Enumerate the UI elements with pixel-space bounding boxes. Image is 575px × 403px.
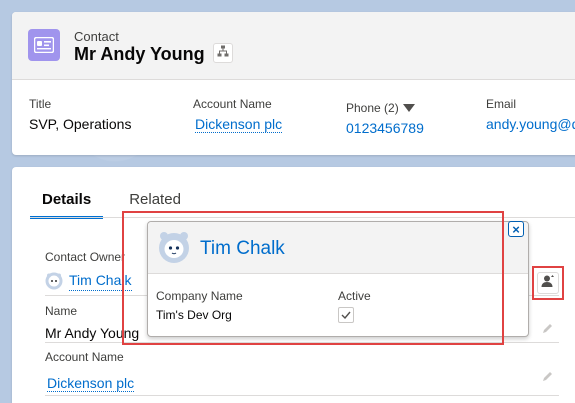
active-field: Active	[338, 288, 371, 324]
tab-bar: Details Related	[30, 187, 193, 219]
field-label: Phone (2)	[346, 101, 399, 115]
field-label: Name	[45, 304, 78, 318]
active-checkbox	[338, 307, 354, 323]
account-link[interactable]: Dickenson plc	[195, 116, 283, 133]
tab-divider	[30, 217, 575, 218]
field-value: SVP, Operations	[29, 116, 132, 132]
field-divider	[45, 395, 559, 396]
tab-related[interactable]: Related	[117, 187, 193, 219]
phone-dropdown-button[interactable]	[402, 100, 415, 116]
pencil-icon[interactable]	[542, 370, 556, 384]
field-label: Company Name	[156, 289, 243, 303]
close-icon: ×	[512, 221, 520, 237]
field-label: Active	[338, 289, 371, 303]
object-type-label: Contact	[74, 29, 119, 44]
name-field: Name Mr Andy Young	[45, 303, 139, 343]
account-link[interactable]: Dickenson plc	[47, 375, 135, 392]
field-label: Email	[486, 97, 517, 111]
popover-title-link[interactable]: Tim Chalk	[200, 238, 285, 260]
check-icon	[341, 308, 351, 322]
user-hover-popover: Tim Chalk Company Name Tim's Dev Org Act…	[147, 221, 529, 337]
astro-avatar-icon	[45, 272, 63, 290]
owner-link[interactable]: Tim Chalk	[69, 270, 132, 291]
field-divider	[45, 342, 559, 343]
astro-avatar-icon	[158, 230, 190, 269]
change-owner-icon	[541, 274, 555, 293]
popover-header: Tim Chalk	[148, 222, 528, 274]
field-label: Contact Owner	[45, 250, 126, 264]
record-header: Contact Mr Andy Young Title SVP, Operati…	[12, 12, 575, 155]
field-label: Account Name	[45, 350, 124, 364]
chevron-down-icon	[402, 101, 415, 115]
field-value: Tim's Dev Org	[156, 308, 232, 322]
email-link[interactable]: andy.young@d	[486, 116, 575, 132]
change-owner-button[interactable]	[537, 272, 559, 294]
popover-close-button[interactable]: ×	[508, 221, 524, 237]
header-field-account: Account Name Dickenson plc	[193, 96, 283, 134]
field-label: Account Name	[193, 97, 272, 111]
field-label: Title	[29, 97, 52, 111]
header-field-email: Email andy.young@d	[486, 96, 575, 134]
header-field-phone: Phone (2) 0123456789	[346, 100, 424, 138]
contact-card-icon	[28, 29, 60, 61]
field-value: Mr Andy Young	[45, 325, 140, 341]
header-field-title: Title SVP, Operations	[29, 96, 131, 134]
hierarchy-icon	[217, 44, 229, 62]
account-name-field: Account Name Dickenson plc	[45, 349, 135, 393]
tab-details[interactable]: Details	[30, 187, 104, 219]
company-name-field: Company Name Tim's Dev Org	[156, 288, 243, 322]
record-header-top: Contact Mr Andy Young	[12, 12, 575, 80]
contact-owner-field: Contact Owner Tim Chalk	[45, 249, 132, 291]
pencil-icon[interactable]	[542, 322, 556, 336]
phone-link[interactable]: 0123456789	[346, 120, 424, 136]
hierarchy-button[interactable]	[213, 43, 233, 63]
record-title: Mr Andy Young	[74, 44, 205, 64]
